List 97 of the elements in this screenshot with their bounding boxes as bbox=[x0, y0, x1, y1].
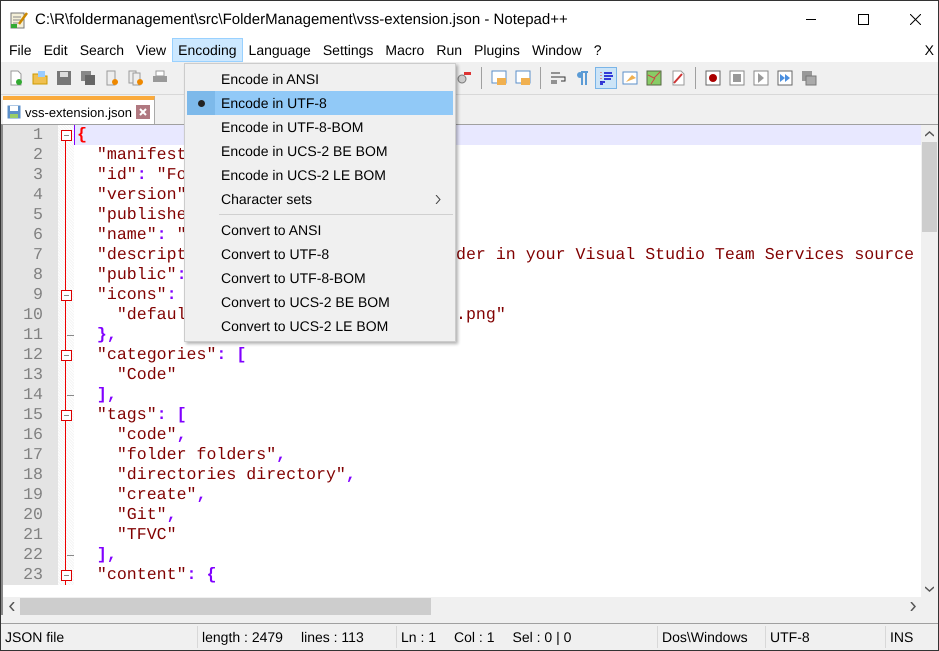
code-text: "id" bbox=[96, 165, 137, 185]
menu-option[interactable]: Encode in UCS-2 BE BOM bbox=[187, 139, 453, 163]
line-number: 11 bbox=[3, 325, 58, 345]
menu-item[interactable]: Settings bbox=[316, 38, 380, 62]
code-text: : bbox=[136, 165, 148, 185]
status-text: Sel : 0 | 0 bbox=[512, 629, 572, 645]
code-text: .png" bbox=[456, 305, 506, 325]
line-number: 15 bbox=[3, 405, 58, 425]
menu-item[interactable]: View bbox=[130, 38, 172, 62]
menu-item[interactable]: File bbox=[3, 38, 38, 62]
status-text: UTF-8 bbox=[770, 629, 810, 645]
line-number: 14 bbox=[3, 385, 58, 405]
code-text: "manifest bbox=[96, 145, 187, 165]
menu-item[interactable]: Language bbox=[242, 38, 317, 62]
line-number: 2 bbox=[3, 145, 58, 165]
code-text: der in your Visual Studio Team Services source bbox=[456, 245, 914, 265]
menu-option[interactable]: Encode in ANSI bbox=[187, 67, 453, 91]
file-tab[interactable]: vss-extension.json bbox=[3, 96, 155, 124]
line-number: 9 bbox=[3, 285, 58, 305]
code-text: "descript bbox=[96, 245, 187, 265]
menu-option[interactable]: Convert to UCS-2 BE BOM bbox=[187, 290, 453, 314]
menu-item[interactable]: Edit bbox=[38, 38, 74, 62]
line-number: 16 bbox=[3, 425, 58, 445]
menu-item[interactable]: Search bbox=[74, 38, 130, 62]
code-text: "name" bbox=[96, 225, 157, 245]
line-number: 6 bbox=[3, 225, 58, 245]
line-number: 10 bbox=[3, 305, 58, 325]
code-text: "categories" bbox=[96, 345, 216, 365]
status-text: JSON file bbox=[5, 629, 64, 645]
status-text: length : 2479 bbox=[202, 629, 283, 645]
code-text: "TFVC" bbox=[116, 525, 177, 545]
close-document-button[interactable]: X bbox=[924, 42, 934, 58]
code-text: "Git" bbox=[116, 505, 167, 525]
line-number: 8 bbox=[3, 265, 58, 285]
code-text: , bbox=[166, 505, 177, 525]
menu-option[interactable]: Character sets bbox=[187, 187, 453, 211]
code-text: "version" bbox=[96, 185, 187, 205]
line-number: 18 bbox=[3, 465, 58, 485]
line-number: 3 bbox=[3, 165, 58, 185]
window-title: C:\R\foldermanagement\src\FolderManagement\vss-extension.json - Notepad++ bbox=[35, 11, 569, 28]
line-number: 1 bbox=[3, 125, 58, 145]
line-number: 17 bbox=[3, 445, 58, 465]
menu-option[interactable]: Convert to UCS-2 LE BOM bbox=[187, 314, 453, 338]
code-text: : bbox=[166, 285, 177, 305]
tab-label: vss-extension.json bbox=[25, 104, 132, 120]
menu-item[interactable]: Window bbox=[526, 38, 588, 62]
code-text: "directories directory" bbox=[116, 465, 346, 485]
code-text: }, bbox=[96, 325, 117, 345]
line-number: 22 bbox=[3, 545, 58, 565]
code-text: : [ bbox=[216, 345, 246, 365]
code-text: "create" bbox=[116, 485, 196, 505]
code-text: "defaul bbox=[116, 305, 187, 325]
code-text: "tags" bbox=[96, 405, 157, 425]
code-text: : [ bbox=[156, 405, 187, 425]
line-number: 12 bbox=[3, 345, 58, 365]
menu-item[interactable]: ? bbox=[588, 38, 608, 62]
menu-option[interactable]: Encode in UCS-2 LE BOM bbox=[187, 163, 453, 187]
code-text: ], bbox=[96, 545, 117, 565]
status-text: Dos\Windows bbox=[662, 629, 748, 645]
line-number: 7 bbox=[3, 245, 58, 265]
line-number: 4 bbox=[3, 185, 58, 205]
status-text: Ln : 1 bbox=[401, 629, 436, 645]
menu-option[interactable]: Convert to UTF-8 bbox=[187, 242, 453, 266]
code-text: { bbox=[77, 125, 87, 145]
line-number: 20 bbox=[3, 505, 58, 525]
code-text: ], bbox=[96, 385, 117, 405]
menu-item[interactable]: Plugins bbox=[468, 38, 526, 62]
line-number: 21 bbox=[3, 525, 58, 545]
status-text: lines : 113 bbox=[300, 629, 364, 645]
code-text: , bbox=[276, 445, 286, 465]
code-text: "Code" bbox=[116, 365, 177, 385]
code-text: "content" bbox=[96, 565, 187, 585]
menu-option[interactable]: Encode in UTF-8 bbox=[187, 91, 453, 115]
code-text: , bbox=[346, 465, 356, 485]
code-text: : bbox=[156, 225, 168, 245]
line-number: 5 bbox=[3, 205, 58, 225]
status-text: INS bbox=[890, 629, 914, 645]
menu-item[interactable]: Macro bbox=[379, 38, 430, 62]
menu-item[interactable]: Encoding bbox=[172, 38, 243, 62]
menu-option[interactable]: Encode in UTF-8-BOM bbox=[187, 115, 453, 139]
code-text: , bbox=[196, 485, 206, 505]
status-text: Col : 1 bbox=[454, 629, 494, 645]
menu-item[interactable]: Run bbox=[430, 38, 468, 62]
line-number: 19 bbox=[3, 485, 58, 505]
code-text: : { bbox=[186, 565, 216, 585]
code-text: "publishe bbox=[96, 205, 187, 225]
menu-option[interactable]: Convert to ANSI bbox=[187, 218, 453, 242]
code-text: "code" bbox=[116, 425, 177, 445]
code-text: " bbox=[176, 225, 187, 245]
menu-option[interactable]: Convert to UTF-8-BOM bbox=[187, 266, 453, 290]
line-number: 23 bbox=[3, 565, 58, 585]
code-text: , bbox=[176, 425, 187, 445]
line-number: 13 bbox=[3, 365, 58, 385]
code-text: "public" bbox=[96, 265, 177, 285]
code-text: "icons" bbox=[96, 285, 167, 305]
code-text: : bbox=[176, 265, 187, 285]
code-text: "folder folders" bbox=[116, 445, 276, 465]
